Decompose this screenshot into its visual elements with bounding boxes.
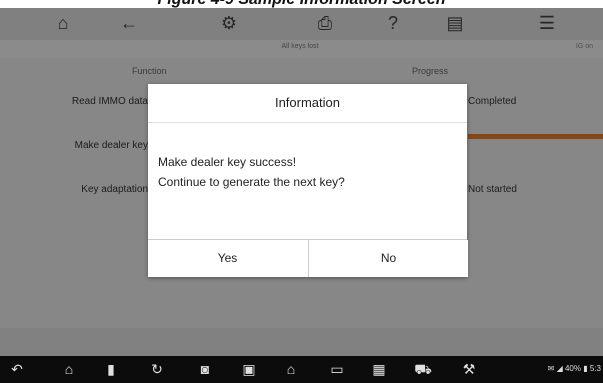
dialog-message-line-1: Make dealer key success! <box>158 155 297 169</box>
wifi-icon: ◢ <box>556 364 563 373</box>
no-button[interactable]: No <box>308 240 468 277</box>
message-icon: ✉ <box>547 364 555 373</box>
battery-percent: 40% <box>564 364 581 373</box>
tools-icon[interactable]: ⚒ <box>458 360 480 378</box>
status-area: ✉ ◢ 40% ▮ 5:3 <box>548 364 601 373</box>
yes-button[interactable]: Yes <box>148 240 307 277</box>
caption-text: Figure 4-9 Sample Information Screen <box>0 0 603 8</box>
screenshot-icon[interactable]: ▣ <box>240 360 258 378</box>
dialog-button-row: Yes No <box>148 239 468 277</box>
information-dialog: Information Make dealer key success! Con… <box>148 84 468 277</box>
vci-icon[interactable]: ▭ <box>326 360 348 378</box>
recent-apps-icon[interactable]: ▮ <box>102 360 120 378</box>
data-manager-icon[interactable]: ▦ <box>370 360 388 378</box>
home-app-icon[interactable]: ⌂ <box>282 360 300 378</box>
clock: 5:3 <box>589 364 601 373</box>
vehicle-icon[interactable]: ⛟ <box>414 360 432 378</box>
camera-icon[interactable]: ◙ <box>196 360 214 378</box>
figure-caption: Figure 4-9 Sample Information Screen <box>0 0 603 8</box>
dialog-message-line-2: Continue to generate the next key? <box>158 175 345 189</box>
battery-icon: ▮ <box>583 364 588 373</box>
system-nav-bar: ↶ ⌂ ▮ ↻ ◙ ▣ ⌂ ▭ ▦ ⛟ ⚒ ✉ ◢ 40% ▮ 5:3 <box>0 356 603 383</box>
dialog-title: Information <box>148 84 467 123</box>
back-nav-icon[interactable]: ↶ <box>8 360 26 378</box>
home-nav-icon[interactable]: ⌂ <box>60 360 78 378</box>
refresh-icon[interactable]: ↻ <box>148 360 166 378</box>
